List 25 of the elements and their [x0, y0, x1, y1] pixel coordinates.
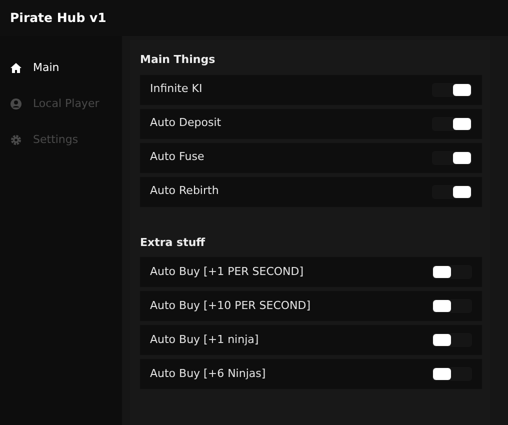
toggle-switch[interactable]: [432, 116, 472, 130]
section-title: Extra stuff: [140, 234, 206, 250]
sidebar-item[interactable]: Settings: [0, 122, 122, 158]
toggle-label: Auto Buy [+6 Ninjas]: [150, 366, 266, 382]
window-title: Pirate Hub v1: [10, 8, 106, 27]
toggle-label: Auto Fuse: [150, 149, 204, 166]
toggle-label: Infinite KI: [150, 81, 202, 98]
toggle-switch[interactable]: [432, 184, 472, 198]
sidebar-item[interactable]: Main: [0, 50, 122, 86]
settings-icon: [10, 134, 22, 146]
toggle-label: Auto Buy [+1 ninja]: [150, 332, 259, 348]
toggle-switch[interactable]: [432, 265, 472, 279]
toggle-switch[interactable]: [432, 333, 472, 347]
toggle-label: Auto Deposit: [150, 115, 222, 132]
toggle-label: Auto Buy [+1 PER SECOND]: [150, 264, 304, 280]
toggle-switch[interactable]: [432, 82, 472, 96]
toggle-switch[interactable]: [432, 150, 472, 164]
section-title: Main Things: [140, 52, 216, 68]
home-icon: [10, 62, 22, 74]
toggle-label: Auto Buy [+10 PER SECOND]: [150, 298, 311, 314]
user-icon: [10, 98, 22, 110]
toggle-switch[interactable]: [432, 299, 472, 313]
sidebar-item[interactable]: Local Player: [0, 86, 122, 122]
toggle-switch[interactable]: [432, 367, 472, 381]
toggle-label: Auto Rebirth: [150, 183, 219, 200]
